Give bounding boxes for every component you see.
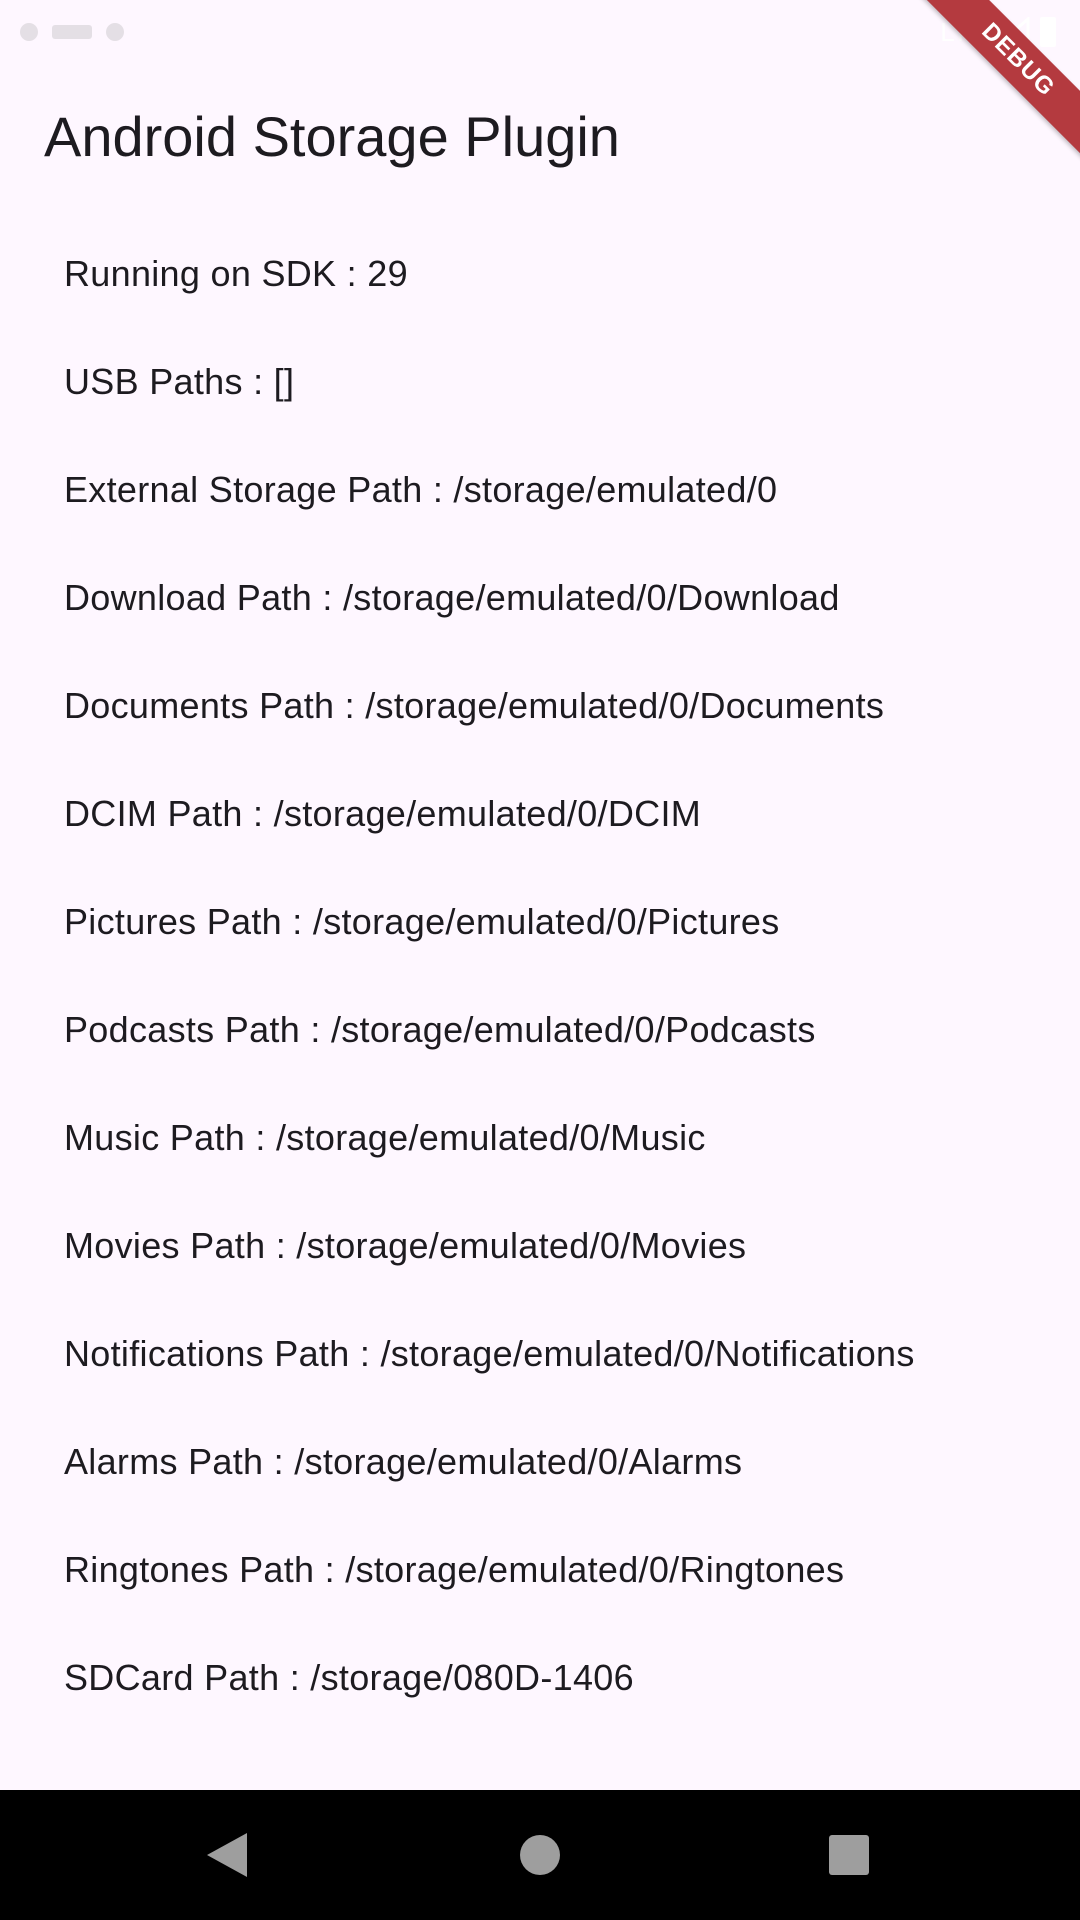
list-item-text: Download Path : /storage/emulated/0/Down… bbox=[64, 577, 840, 618]
list-item-text: External Storage Path : /storage/emulate… bbox=[64, 469, 778, 510]
list-item-text: Documents Path : /storage/emulated/0/Doc… bbox=[64, 685, 885, 726]
list-item-text: Podcasts Path : /storage/emulated/0/Podc… bbox=[64, 1009, 816, 1050]
app-bar: Android Storage Plugin bbox=[0, 64, 1080, 214]
list-item-dcim: DCIM Path : /storage/emulated/0/DCIM bbox=[0, 760, 1080, 868]
list-item-documents: Documents Path : /storage/emulated/0/Doc… bbox=[0, 652, 1080, 760]
settings-icon bbox=[106, 23, 124, 41]
status-bar: LTE bbox=[0, 0, 1080, 64]
list-item-text: DCIM Path : /storage/emulated/0/DCIM bbox=[64, 793, 702, 834]
list-item-alarms: Alarms Path : /storage/emulated/0/Alarms bbox=[0, 1408, 1080, 1516]
list-item-music: Music Path : /storage/emulated/0/Music bbox=[0, 1084, 1080, 1192]
page-title: Android Storage Plugin bbox=[44, 105, 620, 168]
list-item-text: Music Path : /storage/emulated/0/Music bbox=[64, 1117, 706, 1158]
list-item-text: Movies Path : /storage/emulated/0/Movies bbox=[64, 1225, 747, 1266]
app-screen: LTE DEBUG Android Storage Plugin Running… bbox=[0, 0, 1080, 1920]
list-item-pictures: Pictures Path : /storage/emulated/0/Pict… bbox=[0, 868, 1080, 976]
clock-icon bbox=[52, 25, 92, 39]
list-item-sdcard: SDCard Path : /storage/080D-1406 bbox=[0, 1624, 1080, 1732]
list-item-download: Download Path : /storage/emulated/0/Down… bbox=[0, 544, 1080, 652]
list-item-notifications: Notifications Path : /storage/emulated/0… bbox=[0, 1300, 1080, 1408]
recents-square-icon bbox=[829, 1835, 869, 1875]
home-button[interactable] bbox=[475, 1790, 605, 1920]
list-item-sdk: Running on SDK : 29 bbox=[0, 220, 1080, 328]
list-item-text: Pictures Path : /storage/emulated/0/Pict… bbox=[64, 901, 780, 942]
list-item-text: Ringtones Path : /storage/emulated/0/Rin… bbox=[64, 1549, 845, 1590]
system-navigation-bar bbox=[0, 1790, 1080, 1920]
battery-icon bbox=[1040, 17, 1056, 47]
list-item-text: USB Paths : [] bbox=[64, 361, 295, 402]
list-item-podcasts: Podcasts Path : /storage/emulated/0/Podc… bbox=[0, 976, 1080, 1084]
recents-button[interactable] bbox=[784, 1790, 914, 1920]
list-item-usb: USB Paths : [] bbox=[0, 328, 1080, 436]
back-triangle-icon bbox=[207, 1833, 247, 1877]
storage-path-list: Running on SDK : 29 USB Paths : [] Exter… bbox=[0, 220, 1080, 1732]
status-bar-left bbox=[20, 14, 124, 50]
back-button[interactable] bbox=[162, 1790, 292, 1920]
list-item-text: Running on SDK : 29 bbox=[64, 253, 408, 294]
home-circle-icon bbox=[520, 1835, 560, 1875]
list-item-text: Alarms Path : /storage/emulated/0/Alarms bbox=[64, 1441, 743, 1482]
notification-icon bbox=[20, 23, 38, 41]
list-item-external-storage: External Storage Path : /storage/emulate… bbox=[0, 436, 1080, 544]
list-item-text: SDCard Path : /storage/080D-1406 bbox=[64, 1657, 634, 1698]
list-item-movies: Movies Path : /storage/emulated/0/Movies bbox=[0, 1192, 1080, 1300]
list-item-text: Notifications Path : /storage/emulated/0… bbox=[64, 1333, 915, 1374]
list-item-ringtones: Ringtones Path : /storage/emulated/0/Rin… bbox=[0, 1516, 1080, 1624]
